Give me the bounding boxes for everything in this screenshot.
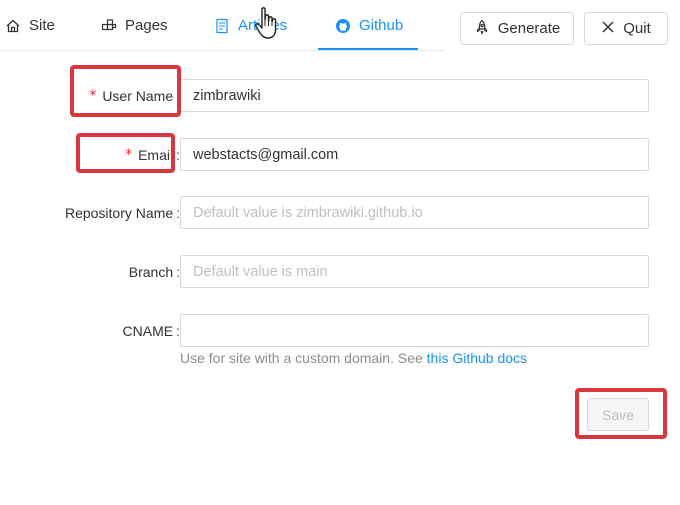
required-marker: * — [125, 147, 133, 163]
quit-label: Quit — [623, 20, 651, 37]
repository-label: Repository Name : — [20, 197, 180, 229]
username-input[interactable] — [180, 79, 649, 112]
nav-divider — [0, 50, 444, 51]
generate-button[interactable]: Generate — [460, 12, 574, 45]
repository-input[interactable] — [180, 196, 649, 229]
save-label: Save — [602, 406, 634, 423]
branch-input[interactable] — [180, 255, 649, 288]
branch-label-text: Branch — [128, 264, 174, 280]
save-button[interactable]: Save — [587, 398, 649, 431]
cname-label: CNAME : — [40, 315, 180, 347]
github-docs-link[interactable]: this Github docs — [427, 350, 527, 366]
branch-label: Branch : — [40, 256, 180, 288]
username-label-text: User Name — [102, 88, 174, 104]
cname-hint: Use for site with a custom domain. See t… — [180, 350, 527, 366]
quit-button[interactable]: Quit — [584, 12, 668, 45]
generate-label: Generate — [497, 20, 561, 37]
hand-cursor-icon — [255, 7, 277, 39]
tab-pages-label: Pages — [125, 17, 168, 34]
tab-site-label: Site — [29, 17, 55, 34]
tab-site[interactable]: Site — [5, 0, 55, 51]
close-icon — [601, 20, 615, 38]
email-input[interactable] — [180, 138, 649, 171]
required-marker: * — [89, 88, 97, 104]
cname-input[interactable] — [180, 314, 649, 347]
cname-label-text: CNAME — [122, 323, 174, 339]
home-icon — [5, 18, 21, 34]
github-icon — [335, 18, 351, 34]
username-label: * User Name : — [40, 80, 180, 112]
email-label: * Email : — [40, 139, 180, 171]
tab-pages[interactable]: Pages — [101, 0, 168, 51]
email-label-text: Email — [138, 147, 174, 163]
tab-github[interactable]: Github — [335, 0, 403, 51]
tab-github-label: Github — [359, 17, 404, 34]
cname-hint-text: Use for site with a custom domain. See — [180, 350, 423, 366]
top-navigation: Site Pages Articles Github Generate Quit — [0, 0, 680, 52]
document-icon — [214, 18, 230, 34]
repository-label-text: Repository Name — [64, 205, 174, 221]
pages-icon — [101, 18, 117, 34]
rocket-icon — [474, 19, 490, 39]
